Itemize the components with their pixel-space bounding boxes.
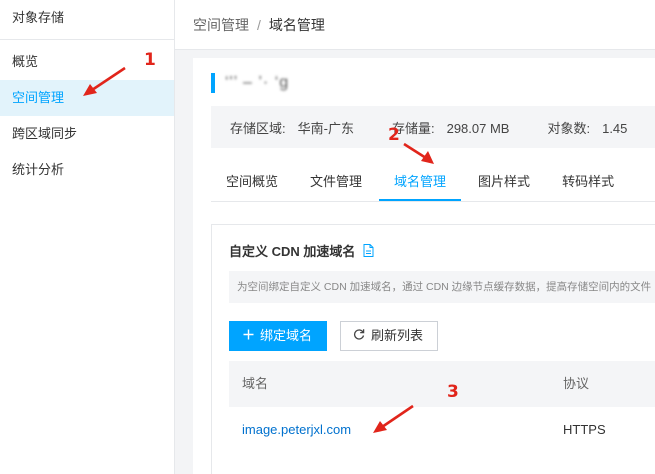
- protocol-value: HTTPS: [563, 422, 606, 437]
- bucket-panel: ‘'’ – ’· ‘g 存储区域: 华南-广东 存储量: 298.07 MB 对象数…: [193, 58, 655, 474]
- bucket-header: ‘'’ – ’· ‘g: [211, 72, 289, 94]
- document-icon[interactable]: [363, 244, 374, 257]
- tab-image-styles[interactable]: 图片样式: [463, 162, 545, 201]
- cdn-domain-card: 自定义 CDN 加速域名 为空间绑定自定义 CDN 加速域名，通过 CDN 边缘…: [211, 224, 655, 474]
- cdn-card-title: 自定义 CDN 加速域名: [229, 241, 374, 260]
- storage-value: 298.07 MB: [446, 120, 510, 136]
- main-area: 空间管理 / 域名管理 ‘'’ – ’· ‘g 存储区域: 华南-广东 存储量: 298…: [175, 0, 655, 474]
- annotation-number-3: 3: [447, 382, 459, 402]
- refresh-list-label: 刷新列表: [371, 328, 424, 343]
- objects-value: 1.45: [602, 120, 628, 136]
- breadcrumb: 空间管理 / 域名管理: [175, 0, 655, 50]
- domain-table-header: 域名 协议: [229, 361, 655, 407]
- tab-domain-management[interactable]: 域名管理: [379, 162, 462, 201]
- tab-bucket-overview[interactable]: 空间概览: [211, 162, 293, 201]
- sidebar-item-cross-region-sync[interactable]: 跨区域同步: [0, 116, 174, 152]
- objects-label: 对象数:: [547, 120, 591, 136]
- bind-domain-button[interactable]: 绑定域名: [229, 321, 327, 351]
- breadcrumb-current: 域名管理: [268, 17, 325, 33]
- cdn-title-text: 自定义 CDN 加速域名: [229, 244, 356, 259]
- tab-transcode-styles[interactable]: 转码样式: [547, 162, 629, 201]
- breadcrumb-separator: /: [257, 17, 261, 33]
- table-row: image.peterjxl.com HTTPS: [229, 407, 655, 453]
- breadcrumb-parent[interactable]: 空间管理: [193, 17, 249, 33]
- annotation-number-2: 2: [388, 125, 400, 145]
- sidebar-item-statistics[interactable]: 统计分析: [0, 152, 174, 188]
- plus-icon: [242, 322, 254, 350]
- refresh-icon: [353, 322, 365, 350]
- sidebar-item-bucket-management[interactable]: 空间管理: [0, 80, 174, 116]
- bind-domain-label: 绑定域名: [260, 328, 313, 343]
- region-label: 存储区域:: [230, 120, 286, 136]
- bucket-name: ‘'’ – ’· ‘g: [225, 74, 290, 91]
- refresh-list-button[interactable]: 刷新列表: [340, 321, 438, 351]
- header-domain: 域名: [242, 376, 269, 391]
- sidebar-title: 对象存储: [0, 0, 174, 40]
- annotation-number-1: 1: [144, 50, 156, 70]
- tab-bar: 空间概览 文件管理 域名管理 图片样式 转码样式: [211, 162, 655, 202]
- domain-link[interactable]: image.peterjxl.com: [242, 407, 351, 453]
- header-protocol: 协议: [563, 376, 590, 391]
- bucket-accent-bar: [211, 73, 215, 93]
- bucket-stats: 存储区域: 华南-广东 存储量: 298.07 MB 对象数: 1.45: [211, 106, 655, 148]
- sidebar: 对象存储 概览 空间管理 跨区域同步 统计分析: [0, 0, 175, 474]
- tab-file-management[interactable]: 文件管理: [295, 162, 377, 201]
- cdn-tip: 为空间绑定自定义 CDN 加速域名，通过 CDN 边缘节点缓存数据，提高存储空间…: [229, 271, 655, 303]
- region-value: 华南-广东: [297, 120, 354, 136]
